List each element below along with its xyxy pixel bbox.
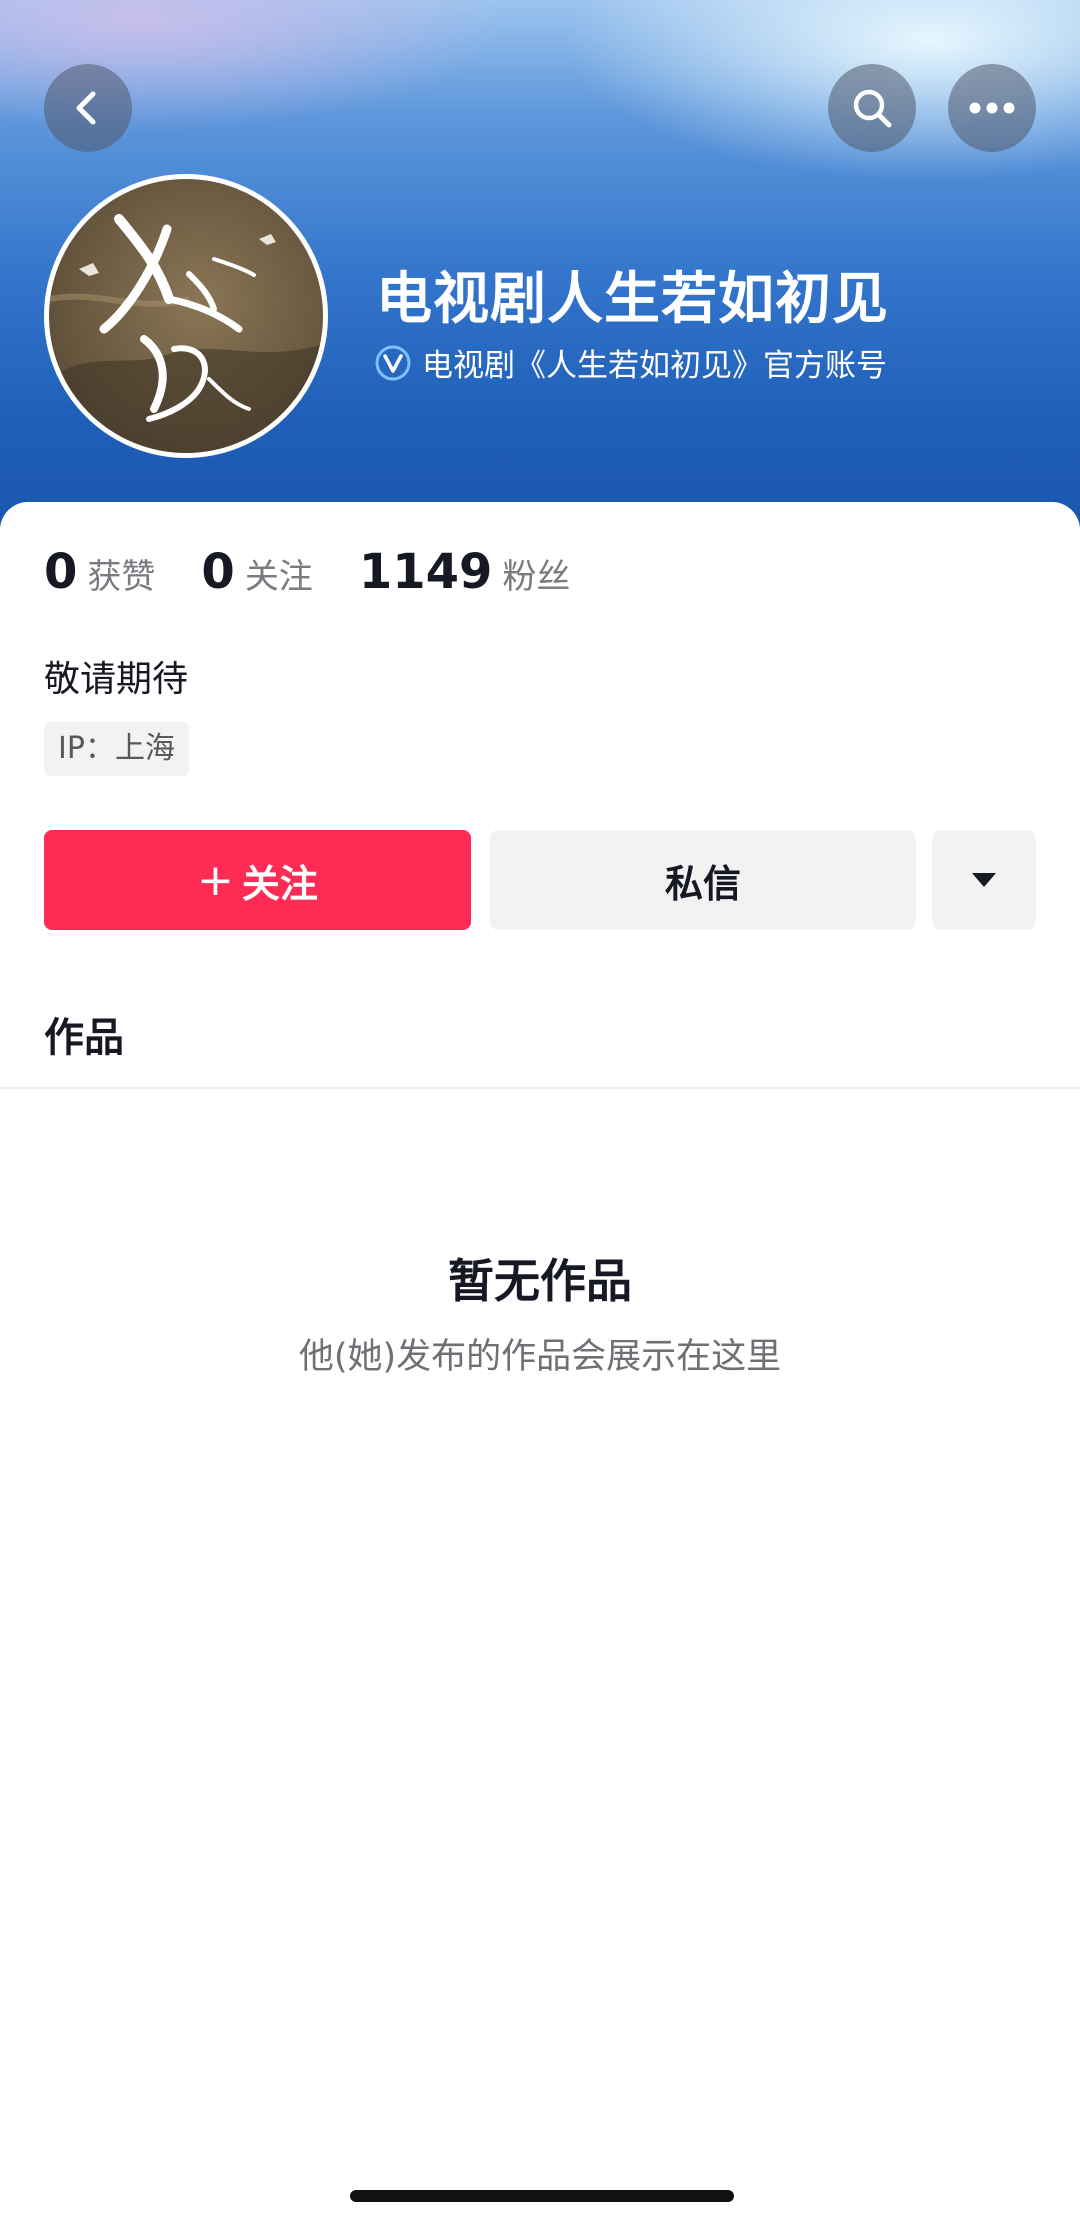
profile-name: 电视剧人生若如初见 <box>376 267 889 332</box>
verified-badge-icon <box>375 345 411 380</box>
more-button[interactable] <box>948 64 1036 152</box>
followers-count: 1149 <box>358 544 493 600</box>
verification-text: 电视剧《人生若如初见》官方账号 <box>422 348 887 384</box>
empty-state-description: 他(她)发布的作品会展示在这里 <box>298 1337 782 1377</box>
tab-works[interactable]: 作品 <box>44 1005 124 1063</box>
avatar-calligraphy-image <box>49 214 323 453</box>
empty-state-title: 暂无作品 <box>448 1254 632 1308</box>
message-button[interactable]: 私信 <box>490 830 916 930</box>
profile-bio: 敬请期待 <box>44 659 189 700</box>
back-button[interactable] <box>44 64 132 152</box>
likes-count: 0 <box>44 544 78 600</box>
follow-label: 关注 <box>241 861 318 906</box>
plus-icon: + <box>197 854 234 906</box>
more-options-button[interactable] <box>932 830 1036 930</box>
message-label: 私信 <box>664 861 741 906</box>
ip-location-tag: IP：上海 <box>44 722 189 776</box>
followers-label: 粉丝 <box>502 557 571 597</box>
caret-down-icon <box>972 873 996 887</box>
avatar[interactable] <box>44 174 328 458</box>
chevron-left-icon <box>76 91 96 125</box>
stat-following[interactable]: 0 关注 <box>201 544 312 600</box>
following-label: 关注 <box>244 557 313 597</box>
profile-screen: 电视剧人生若如初见 电视剧《人生若如初见》官方账号 0 获赞 0 关注 1149… <box>0 0 1080 2227</box>
likes-label: 获赞 <box>87 557 156 597</box>
stats-row: 0 获赞 0 关注 1149 粉丝 <box>44 544 616 600</box>
tab-divider <box>0 1087 1080 1089</box>
follow-button[interactable]: + 关注 <box>44 830 471 930</box>
more-horizontal-icon <box>969 102 1015 114</box>
following-count: 0 <box>201 544 235 600</box>
stat-likes[interactable]: 0 获赞 <box>44 544 155 600</box>
search-button[interactable] <box>828 64 916 152</box>
verification-row: 电视剧《人生若如初见》官方账号 <box>374 340 887 385</box>
search-icon <box>853 89 892 128</box>
stat-followers[interactable]: 1149 粉丝 <box>359 544 571 600</box>
home-indicator[interactable] <box>350 2190 734 2202</box>
